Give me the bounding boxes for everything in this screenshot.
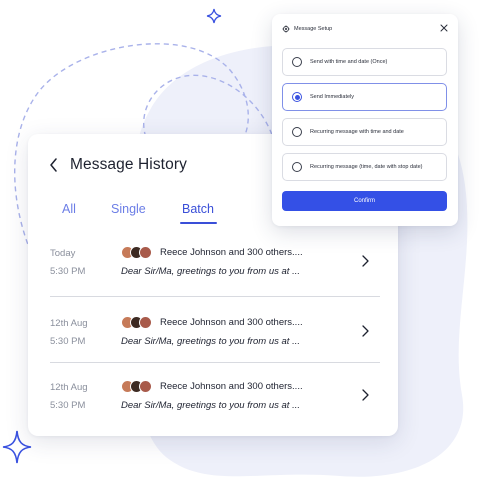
close-icon[interactable] [440, 24, 448, 32]
radio-button[interactable] [292, 162, 302, 172]
list-item[interactable]: 12th Aug 5:30 PM Reece Johnson and 300 o… [50, 378, 380, 428]
sparkle-icon [206, 8, 222, 24]
option-label: Send Immediately [310, 94, 355, 100]
message-recipients: Reece Johnson and 300 others.... [160, 247, 303, 258]
message-time: 5:30 PM [50, 400, 86, 411]
radio-button[interactable] [292, 127, 302, 137]
radio-button[interactable] [292, 57, 302, 67]
chevron-left-icon[interactable] [48, 157, 60, 173]
option-recurring[interactable]: Recurring message with time and date [282, 118, 447, 146]
message-recipients: Reece Johnson and 300 others.... [160, 381, 303, 392]
message-date: Today [50, 248, 76, 259]
modal-title: Message Setup [294, 26, 333, 32]
list-item[interactable]: Today 5:30 PM Reece Johnson and 300 othe… [50, 244, 380, 294]
message-preview: Dear Sir/Ma, greetings to you from us at… [121, 400, 300, 411]
option-send-once[interactable]: Send with time and date (Once) [282, 48, 447, 76]
modal-header: Message Setup [282, 25, 332, 33]
list-item[interactable]: 12th Aug 5:30 PM Reece Johnson and 300 o… [50, 314, 380, 364]
message-recipients: Reece Johnson and 300 others.... [160, 317, 303, 328]
avatar [139, 316, 152, 329]
message-time: 5:30 PM [50, 336, 86, 347]
divider [50, 296, 380, 297]
tab-all[interactable]: All [62, 202, 76, 216]
avatar [139, 380, 152, 393]
chevron-right-icon[interactable] [360, 254, 370, 268]
confirm-button[interactable]: Confirm [282, 191, 447, 211]
page-title: Message History [70, 156, 187, 173]
option-label: Send with time and date (Once) [310, 59, 388, 65]
option-recurring-stop-date[interactable]: Recurring message (time, date with stop … [282, 153, 447, 181]
avatar-group [121, 316, 155, 330]
message-date: 12th Aug [50, 382, 88, 393]
tab-single[interactable]: Single [111, 202, 146, 216]
option-label: Recurring message with time and date [310, 129, 404, 135]
history-header: Message History [48, 156, 187, 174]
divider [50, 362, 380, 363]
avatar [139, 246, 152, 259]
option-label: Recurring message (time, date with stop … [310, 164, 423, 170]
message-preview: Dear Sir/Ma, greetings to you from us at… [121, 266, 300, 277]
chevron-right-icon[interactable] [360, 324, 370, 338]
sparkle-icon [2, 430, 32, 464]
active-tab-indicator [180, 222, 217, 224]
radio-button[interactable] [292, 92, 302, 102]
message-setup-modal: Message Setup Send with time and date (O… [272, 14, 458, 226]
avatar-group [121, 246, 155, 260]
gear-icon [282, 25, 290, 33]
tab-batch[interactable]: Batch [182, 202, 214, 216]
option-send-immediately[interactable]: Send Immediately [282, 83, 447, 111]
message-time: 5:30 PM [50, 266, 86, 277]
chevron-right-icon[interactable] [360, 388, 370, 402]
avatar-group [121, 380, 155, 394]
message-preview: Dear Sir/Ma, greetings to you from us at… [121, 336, 300, 347]
message-date: 12th Aug [50, 318, 88, 329]
